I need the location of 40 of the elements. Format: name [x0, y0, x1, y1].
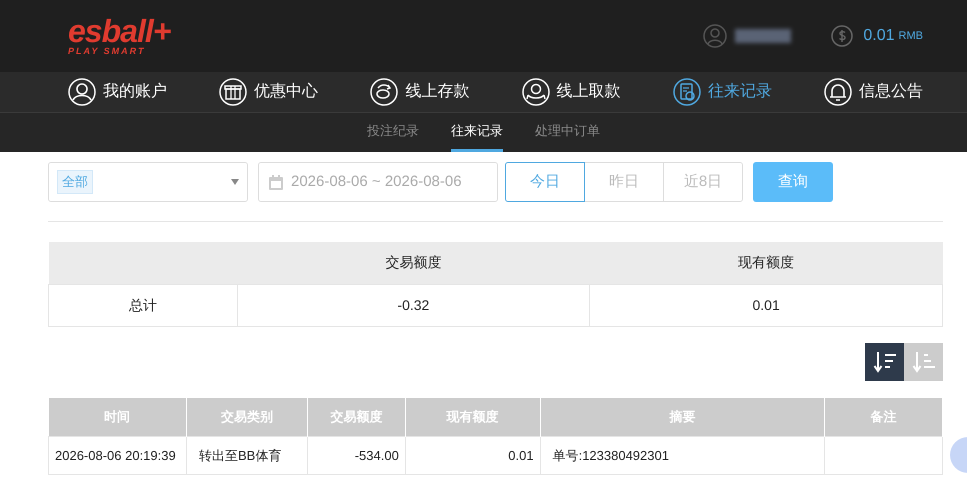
column-header: 现有额度: [590, 242, 942, 284]
dropdown-caret-icon: [231, 179, 239, 185]
nav-tab[interactable]: 我的账户: [68, 78, 167, 106]
nav-tab[interactable]: 优惠中心: [219, 78, 318, 106]
dollar-icon: [831, 25, 854, 47]
currency-label: RMB: [898, 28, 923, 44]
table-cell: -0.32: [237, 284, 590, 326]
calendar-icon: [269, 174, 283, 190]
bell-icon: [824, 78, 852, 106]
sub-tab[interactable]: 处理中订单: [535, 113, 600, 152]
table-cell: 0.01: [405, 436, 540, 474]
date-range-field[interactable]: 2026-08-06 ~ 2026-08-06: [258, 162, 498, 202]
user-icon: [703, 24, 728, 48]
nav-tab[interactable]: 信息公告: [824, 78, 923, 106]
blurred-username: [735, 29, 792, 43]
nav-tab[interactable]: 线上存款: [370, 78, 470, 106]
balance-amount: 0.01: [863, 26, 895, 46]
date-range-button[interactable]: 今日: [505, 162, 585, 202]
sort-icon: [912, 350, 936, 374]
gift-icon: [219, 78, 248, 106]
sub-tab[interactable]: 往来记录: [451, 113, 503, 152]
sort-descending-button[interactable]: [865, 342, 904, 380]
nav-tab[interactable]: 往来记录: [672, 78, 772, 106]
table-cell: 单号:123380492301: [540, 436, 825, 474]
document-clock-icon: [672, 78, 701, 106]
table-cell: 2026-08-06 20:19:39: [48, 436, 186, 474]
nav-tab[interactable]: 线上取款: [522, 78, 621, 106]
user-icon: [68, 78, 96, 106]
table-cell: 0.01: [590, 284, 942, 326]
table-cell: 转出至BB体育: [186, 436, 308, 474]
table-cell: 总计: [48, 284, 238, 326]
sort-icon: [872, 350, 896, 374]
logo-text[interactable]: esball+: [68, 16, 170, 46]
table-cell: -534.00: [307, 436, 406, 474]
filter-tag: 全部: [57, 170, 93, 194]
type-select[interactable]: 全部: [48, 162, 248, 202]
sub-tab[interactable]: 投注纪录: [367, 113, 419, 152]
logo-tagline: PLAY SMART: [68, 46, 147, 56]
column-header: 交易额度: [237, 242, 590, 284]
date-range-value: 2026-08-06 ~ 2026-08-06: [291, 172, 462, 192]
